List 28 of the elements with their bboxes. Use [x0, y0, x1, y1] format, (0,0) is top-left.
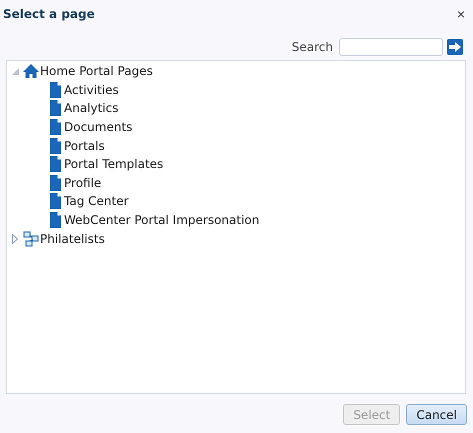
- collapse-icon[interactable]: [10, 66, 20, 76]
- tree-item[interactable]: WebCenter Portal Impersonation: [64, 213, 260, 228]
- tree-item[interactable]: Portals: [64, 138, 105, 153]
- search-label: Search: [292, 40, 333, 54]
- page-icon: [47, 156, 63, 172]
- tree-item[interactable]: Portal Templates: [64, 157, 164, 172]
- page-icon: [47, 82, 63, 98]
- page-icon: [47, 119, 63, 136]
- page-icon: [47, 138, 63, 154]
- tree-item[interactable]: Analytics: [64, 101, 118, 116]
- tree-item[interactable]: Activities: [64, 82, 119, 97]
- tree-item[interactable]: Tag Center: [64, 194, 129, 208]
- page-icon: [47, 174, 63, 191]
- page-icon: [47, 100, 63, 116]
- home-icon: [23, 63, 39, 80]
- page-icon: [47, 212, 63, 228]
- close-button[interactable]: ×: [454, 6, 467, 22]
- tree-item[interactable]: Home Portal Pages: [40, 64, 153, 78]
- tree-item[interactable]: Philatelists: [40, 232, 105, 246]
- dialog-button[interactable]: Cancel: [406, 404, 467, 425]
- group-icon: [23, 230, 39, 247]
- page-icon: [47, 193, 63, 210]
- go-button[interactable]: [447, 39, 463, 55]
- tree-item[interactable]: Documents: [64, 120, 132, 134]
- search-field[interactable]: [339, 38, 443, 56]
- tree-item[interactable]: Profile: [64, 176, 102, 190]
- dialog-title: Select a page: [3, 7, 95, 21]
- expand-icon[interactable]: [10, 234, 20, 244]
